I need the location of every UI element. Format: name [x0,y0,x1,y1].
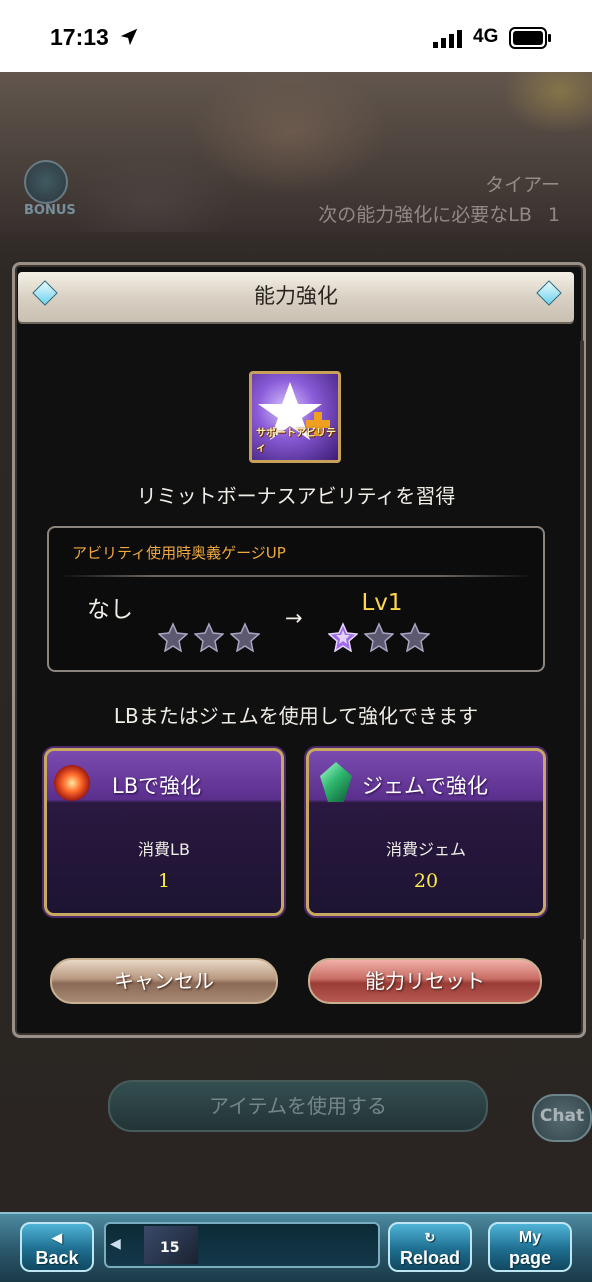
battery-icon [509,27,551,49]
gem-card-title: ジェムで強化 [362,774,488,798]
reload-label: Reload [399,1248,460,1268]
mypage-label: page [508,1248,551,1268]
character-name: タイアー [485,174,560,196]
bonus-icon[interactable] [24,160,68,204]
next-lb-requirement: 次の能力強化に必要なLB 1 [318,200,560,227]
mypage-label-top: My [518,1229,542,1246]
back-label: Back [35,1248,79,1268]
ability-reset-button[interactable]: 能力リセット [308,958,542,1004]
next-lb-value: 1 [547,204,560,226]
back-arrow-icon: ◀ [52,1230,62,1245]
level-after: Lv1 [361,590,403,616]
acquire-message: リミットボーナスアビリティを習得 [136,484,456,508]
reload-icon: ↻ [424,1230,436,1245]
ability-icon-label: サポートアビリティ [256,428,336,454]
divider [60,575,532,577]
level-before: なし [87,597,133,623]
reload-button[interactable]: ↻ Reload [388,1222,472,1272]
star-empty-icon [158,622,188,652]
dialog-title: 能力強化 [254,284,338,308]
enhance-instruction: LBまたはジェムを使用して強化できます [113,704,479,728]
chat-button[interactable]: Chat [532,1094,592,1142]
network-type: 4G [473,26,499,47]
lb-card-title: LBで強化 [112,774,202,798]
dialog-scrollbar[interactable] [580,340,584,940]
mypage-button[interactable]: My page [488,1222,572,1272]
ability-name: アビリティ使用時奥義ゲージUP [72,544,286,562]
signal-icon [433,30,462,48]
use-item-button[interactable]: アイテムを使用する [108,1080,488,1132]
lb-sun-icon [54,765,90,801]
lb-cost-label: 消費LB [138,840,190,859]
scroll-left-icon[interactable]: ◀ [110,1236,121,1252]
star-empty-icon [230,622,260,652]
status-bar: 17:13 4G [0,0,592,72]
star-filled-icon [328,622,358,652]
star-empty-icon [364,622,394,652]
location-arrow-icon [120,28,138,46]
status-time: 17:13 [50,24,109,50]
gem-cost-value: 20 [413,870,439,892]
gem-cost-label: 消費ジェム [385,840,466,859]
star-empty-icon [194,622,224,652]
bonus-label: BONUS [24,203,76,218]
support-ability-icon: サポートアビリティ [249,371,341,463]
star-empty-icon [400,622,430,652]
party-level: 15 [160,1240,180,1256]
next-lb-label: 次の能力強化に必要なLB [318,204,532,226]
back-button[interactable]: ◀ Back [20,1222,94,1272]
lb-cost-value: 1 [157,870,171,892]
cancel-button[interactable]: キャンセル [50,958,278,1004]
